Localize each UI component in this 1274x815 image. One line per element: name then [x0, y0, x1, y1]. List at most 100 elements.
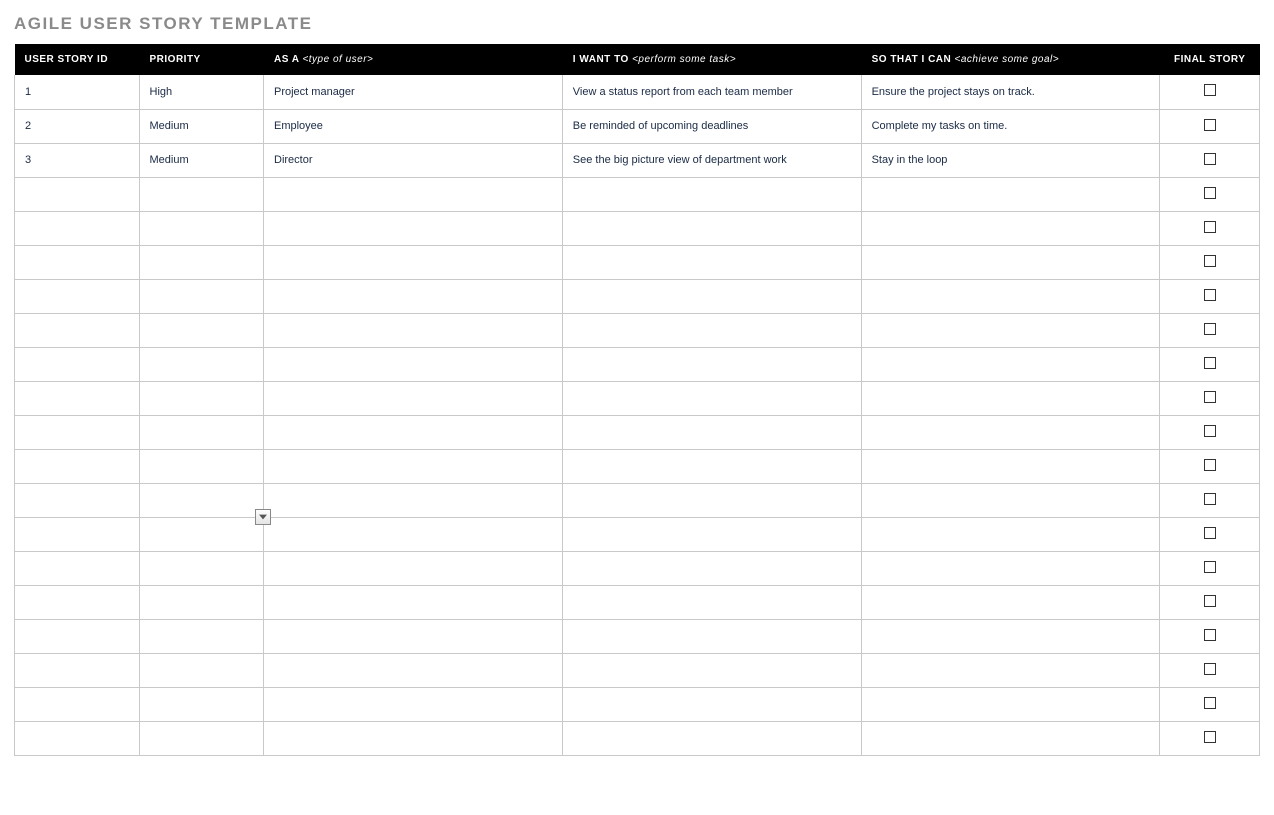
cell-priority[interactable]: [139, 347, 264, 381]
cell-want[interactable]: [562, 245, 861, 279]
cell-id[interactable]: [15, 381, 140, 415]
cell-want[interactable]: [562, 177, 861, 211]
cell-id[interactable]: [15, 619, 140, 653]
cell-want[interactable]: [562, 483, 861, 517]
cell-goal[interactable]: [861, 517, 1160, 551]
cell-want[interactable]: [562, 687, 861, 721]
cell-want[interactable]: [562, 585, 861, 619]
cell-as-a[interactable]: Employee: [264, 109, 563, 143]
cell-id[interactable]: [15, 245, 140, 279]
cell-as-a[interactable]: [264, 517, 563, 551]
cell-priority[interactable]: [139, 381, 264, 415]
cell-as-a[interactable]: [264, 585, 563, 619]
cell-want[interactable]: [562, 381, 861, 415]
cell-id[interactable]: [15, 449, 140, 483]
final-story-checkbox[interactable]: [1204, 595, 1216, 607]
cell-goal[interactable]: Ensure the project stays on track.: [861, 75, 1160, 109]
cell-as-a[interactable]: [264, 721, 563, 755]
cell-priority[interactable]: [139, 653, 264, 687]
cell-priority[interactable]: Medium: [139, 143, 264, 177]
dropdown-button[interactable]: [255, 509, 271, 525]
cell-goal[interactable]: [861, 585, 1160, 619]
final-story-checkbox[interactable]: [1204, 119, 1216, 131]
cell-priority[interactable]: Medium: [139, 109, 264, 143]
cell-as-a[interactable]: [264, 449, 563, 483]
cell-goal[interactable]: Stay in the loop: [861, 143, 1160, 177]
cell-priority[interactable]: [139, 517, 264, 551]
cell-priority[interactable]: [139, 687, 264, 721]
cell-goal[interactable]: [861, 313, 1160, 347]
final-story-checkbox[interactable]: [1204, 493, 1216, 505]
cell-goal[interactable]: [861, 211, 1160, 245]
cell-goal[interactable]: [861, 381, 1160, 415]
cell-priority[interactable]: [139, 483, 264, 517]
cell-goal[interactable]: [861, 415, 1160, 449]
cell-goal[interactable]: [861, 687, 1160, 721]
cell-id[interactable]: [15, 347, 140, 381]
final-story-checkbox[interactable]: [1204, 84, 1216, 96]
cell-priority[interactable]: High: [139, 75, 264, 109]
cell-want[interactable]: [562, 517, 861, 551]
cell-as-a[interactable]: [264, 381, 563, 415]
cell-id[interactable]: [15, 721, 140, 755]
final-story-checkbox[interactable]: [1204, 425, 1216, 437]
cell-want[interactable]: [562, 653, 861, 687]
cell-goal[interactable]: Complete my tasks on time.: [861, 109, 1160, 143]
cell-goal[interactable]: [861, 551, 1160, 585]
cell-want[interactable]: [562, 313, 861, 347]
cell-priority[interactable]: [139, 313, 264, 347]
cell-want[interactable]: View a status report from each team memb…: [562, 75, 861, 109]
final-story-checkbox[interactable]: [1204, 357, 1216, 369]
cell-as-a[interactable]: [264, 313, 563, 347]
cell-want[interactable]: Be reminded of upcoming deadlines: [562, 109, 861, 143]
cell-goal[interactable]: [861, 347, 1160, 381]
cell-goal[interactable]: [861, 483, 1160, 517]
cell-goal[interactable]: [861, 279, 1160, 313]
cell-goal[interactable]: [861, 177, 1160, 211]
cell-priority[interactable]: [139, 585, 264, 619]
cell-id[interactable]: [15, 585, 140, 619]
cell-id[interactable]: 3: [15, 143, 140, 177]
cell-as-a[interactable]: [264, 619, 563, 653]
cell-id[interactable]: 1: [15, 75, 140, 109]
cell-as-a[interactable]: [264, 211, 563, 245]
cell-as-a[interactable]: [264, 415, 563, 449]
cell-priority[interactable]: [139, 619, 264, 653]
cell-priority[interactable]: [139, 551, 264, 585]
cell-priority[interactable]: [139, 211, 264, 245]
cell-as-a[interactable]: [264, 483, 563, 517]
cell-as-a[interactable]: [264, 551, 563, 585]
cell-goal[interactable]: [861, 619, 1160, 653]
final-story-checkbox[interactable]: [1204, 323, 1216, 335]
cell-id[interactable]: [15, 313, 140, 347]
final-story-checkbox[interactable]: [1204, 187, 1216, 199]
cell-as-a[interactable]: [264, 687, 563, 721]
cell-as-a[interactable]: [264, 279, 563, 313]
final-story-checkbox[interactable]: [1204, 629, 1216, 641]
final-story-checkbox[interactable]: [1204, 221, 1216, 233]
cell-id[interactable]: [15, 415, 140, 449]
cell-id[interactable]: 2: [15, 109, 140, 143]
cell-priority[interactable]: [139, 449, 264, 483]
final-story-checkbox[interactable]: [1204, 731, 1216, 743]
cell-priority[interactable]: [139, 245, 264, 279]
cell-priority[interactable]: [139, 721, 264, 755]
cell-want[interactable]: [562, 347, 861, 381]
final-story-checkbox[interactable]: [1204, 391, 1216, 403]
cell-goal[interactable]: [861, 721, 1160, 755]
cell-goal[interactable]: [861, 245, 1160, 279]
cell-as-a[interactable]: [264, 653, 563, 687]
cell-want[interactable]: [562, 415, 861, 449]
final-story-checkbox[interactable]: [1204, 289, 1216, 301]
cell-id[interactable]: [15, 177, 140, 211]
cell-id[interactable]: [15, 551, 140, 585]
final-story-checkbox[interactable]: [1204, 561, 1216, 573]
cell-as-a[interactable]: [264, 347, 563, 381]
cell-goal[interactable]: [861, 653, 1160, 687]
cell-priority[interactable]: [139, 415, 264, 449]
final-story-checkbox[interactable]: [1204, 527, 1216, 539]
cell-priority[interactable]: [139, 279, 264, 313]
cell-as-a[interactable]: Project manager: [264, 75, 563, 109]
cell-id[interactable]: [15, 687, 140, 721]
cell-priority[interactable]: [139, 177, 264, 211]
